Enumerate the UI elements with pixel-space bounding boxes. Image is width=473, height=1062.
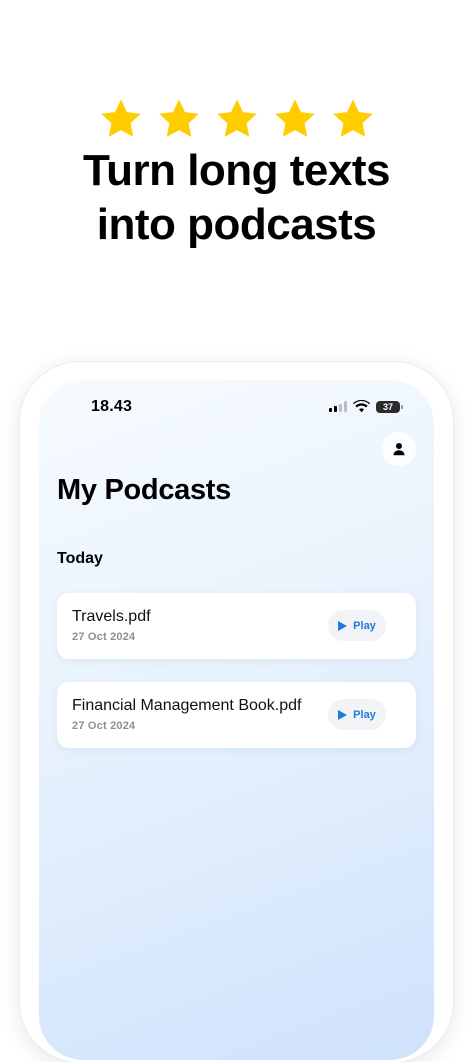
podcast-title: Financial Management Book.pdf (72, 697, 302, 714)
profile-button[interactable] (382, 432, 416, 466)
status-icons: 37 (329, 400, 403, 413)
section-label: Today (57, 550, 103, 567)
page-title: My Podcasts (57, 474, 231, 506)
podcast-card[interactable]: Financial Management Book.pdf 27 Oct 202… (57, 682, 416, 748)
play-label: Play (353, 708, 376, 721)
play-button[interactable]: Play (328, 699, 386, 730)
podcast-date: 27 Oct 2024 (72, 631, 136, 643)
play-icon (338, 709, 348, 720)
star-icon (100, 99, 141, 137)
podcast-title: Travels.pdf (72, 608, 151, 625)
battery-icon: 37 (376, 400, 403, 413)
star-icon (274, 99, 315, 137)
person-icon (393, 443, 405, 456)
play-label: Play (353, 619, 376, 632)
star-icon (158, 99, 199, 137)
star-icon (332, 99, 373, 137)
cellular-signal-icon (329, 401, 347, 412)
headline-line-2: into podcasts (96, 200, 377, 249)
status-time: 18.43 (91, 398, 133, 415)
play-button[interactable]: Play (328, 610, 386, 641)
wifi-icon (353, 400, 370, 413)
star-icon (216, 99, 257, 137)
rating-stars (0, 96, 473, 142)
app-screen: 18.43 37 My Podcasts Today Travels.pdf 2… (39, 380, 434, 1060)
play-icon (338, 620, 348, 631)
headline: Turn long texts into podcasts (0, 144, 473, 252)
headline-line-1: Turn long texts (82, 146, 391, 195)
podcast-card[interactable]: Travels.pdf 27 Oct 2024 Play (57, 593, 416, 659)
podcast-date: 27 Oct 2024 (72, 720, 136, 732)
